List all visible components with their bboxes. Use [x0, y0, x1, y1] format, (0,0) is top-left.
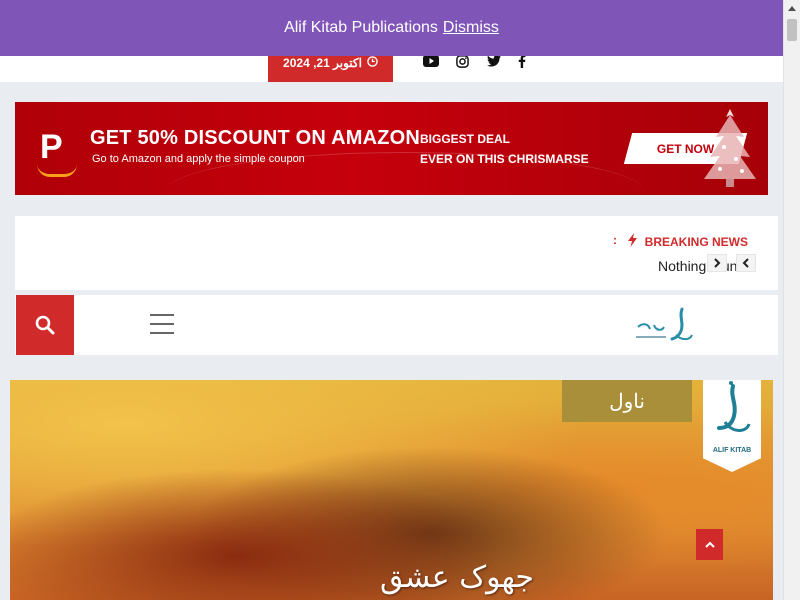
dismiss-link[interactable]: Dismiss: [443, 19, 499, 37]
ad-subline: Go to Amazon and apply the simple coupon: [92, 153, 305, 165]
hero-title: جھوک عشق: [380, 560, 534, 595]
genre-tag: ناول: [562, 380, 692, 422]
search-button[interactable]: [16, 295, 74, 355]
publisher-badge: ALIF KITAB: [703, 380, 761, 472]
notice-text: Alif Kitab Publications: [284, 19, 438, 36]
ticker-prev-button[interactable]: [736, 254, 756, 272]
chevron-left-icon: [742, 258, 749, 268]
site-logo[interactable]: [632, 305, 696, 345]
christmas-tree-icon: [704, 109, 756, 187]
search-icon: [35, 315, 55, 335]
hero-featured-image[interactable]: ناول ALIF KITAB جھوک عشق: [10, 380, 773, 600]
notice-bar: Alif Kitab Publications Dismiss: [0, 0, 783, 56]
breaking-news-label: BREAKING NEWS: [627, 233, 748, 250]
publisher-name: ALIF KITAB: [712, 447, 752, 454]
breaking-separator: :: [613, 233, 617, 247]
page-scrollbar[interactable]: [783, 0, 800, 600]
scroll-to-top-button[interactable]: [696, 529, 723, 560]
twitter-icon[interactable]: [486, 54, 501, 68]
instagram-icon[interactable]: [455, 54, 469, 68]
breaking-news-bar: : BREAKING NEWS Nothing found: [15, 216, 778, 290]
menu-toggle-button[interactable]: [150, 314, 174, 334]
facebook-icon[interactable]: [517, 54, 527, 68]
youtube-icon[interactable]: [423, 54, 439, 68]
alif-kitab-logo-icon: [717, 381, 751, 432]
amazon-ad-banner[interactable]: P GET 50% DISCOUNT ON AMAZON Go to Amazo…: [15, 102, 768, 195]
chevron-right-icon: [714, 258, 721, 268]
ticker-next-button[interactable]: [707, 254, 727, 272]
ad-headline: GET 50% DISCOUNT ON AMAZON: [90, 127, 421, 149]
chevron-up-icon: [704, 541, 715, 548]
clock-icon: [367, 56, 378, 70]
ad-deal-line1: BIGGEST DEAL: [420, 132, 511, 146]
bolt-icon: [627, 233, 637, 250]
date-text: اکتوبر 21, 2024: [283, 56, 362, 70]
amazon-smile-icon: [37, 164, 77, 177]
scrollbar-thumb[interactable]: [787, 19, 797, 41]
scroll-up-arrow-icon[interactable]: [784, 0, 800, 17]
breaking-news-title: BREAKING NEWS: [644, 234, 748, 249]
ad-deal-line2: EVER ON THIS CHRISMARSE: [420, 152, 589, 166]
